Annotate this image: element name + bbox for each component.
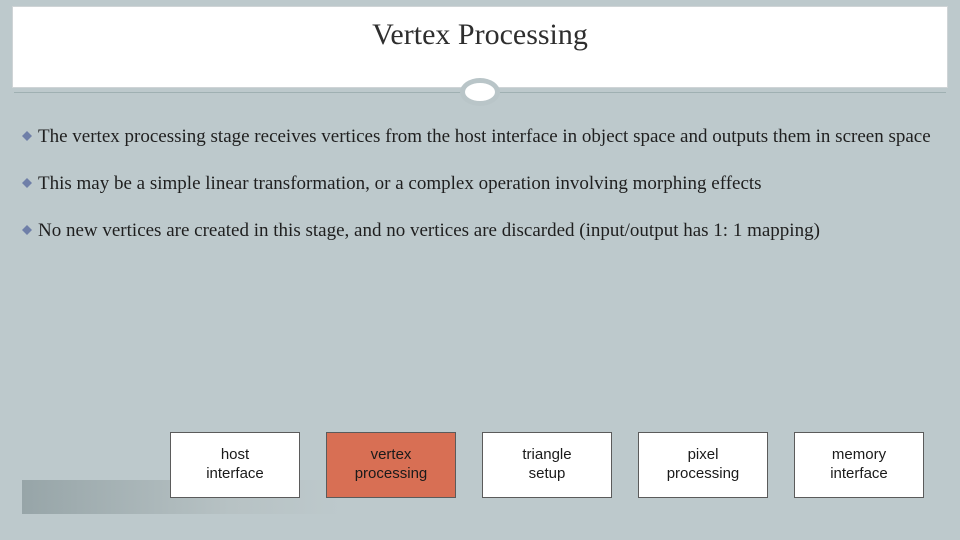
stage-label: pixelprocessing bbox=[667, 446, 740, 484]
stage-label: memoryinterface bbox=[830, 446, 888, 484]
stage-label: trianglesetup bbox=[522, 446, 571, 484]
stage-label: hostinterface bbox=[206, 446, 264, 484]
diamond-icon bbox=[22, 225, 32, 235]
stage-memory-interface: memoryinterface bbox=[794, 432, 924, 498]
stage-label: vertexprocessing bbox=[355, 446, 428, 484]
body-text: The vertex processing stage receives ver… bbox=[22, 118, 938, 259]
slide: Vertex Processing The vertex processing … bbox=[0, 0, 960, 540]
stage-vertex-processing: vertexprocessing bbox=[326, 432, 456, 498]
bullet-text: No new vertices are created in this stag… bbox=[38, 220, 820, 241]
stage-triangle-setup: trianglesetup bbox=[482, 432, 612, 498]
bullet-item: The vertex processing stage receives ver… bbox=[22, 118, 938, 155]
bullet-text: This may be a simple linear transformati… bbox=[38, 173, 762, 194]
bullet-text: The vertex processing stage receives ver… bbox=[38, 126, 931, 147]
page-title: Vertex Processing bbox=[0, 18, 960, 52]
diamond-icon bbox=[22, 178, 32, 188]
diamond-icon bbox=[22, 131, 32, 141]
ring-ornament-icon bbox=[460, 78, 500, 106]
stage-host-interface: hostinterface bbox=[170, 432, 300, 498]
stage-pixel-processing: pixelprocessing bbox=[638, 432, 768, 498]
bullet-item: No new vertices are created in this stag… bbox=[22, 212, 938, 249]
bullet-item: This may be a simple linear transformati… bbox=[22, 165, 938, 202]
pipeline-row: hostinterface vertexprocessing triangles… bbox=[170, 432, 924, 498]
